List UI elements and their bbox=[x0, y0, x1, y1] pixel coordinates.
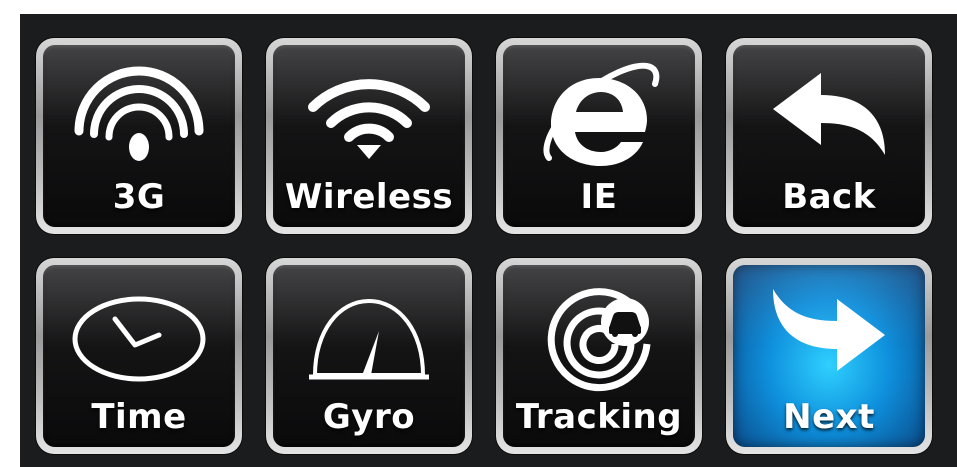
back-label: Back bbox=[782, 177, 876, 217]
gauge-icon bbox=[273, 279, 465, 389]
back-button[interactable]: Back bbox=[726, 38, 932, 234]
tracking-label: Tracking bbox=[515, 397, 683, 437]
tracking-button[interactable]: Tracking bbox=[496, 258, 702, 454]
ie-button[interactable]: IE bbox=[496, 38, 702, 234]
next-arrow-icon bbox=[733, 279, 925, 389]
ie-label: IE bbox=[580, 177, 618, 217]
signal-3g-icon bbox=[43, 59, 235, 169]
3g-label: 3G bbox=[112, 177, 166, 217]
time-label: Time bbox=[91, 397, 187, 437]
wireless-button[interactable]: Wireless bbox=[266, 38, 472, 234]
3g-button[interactable]: 3G bbox=[36, 38, 242, 234]
next-label: Next bbox=[783, 397, 875, 437]
internet-explorer-icon bbox=[503, 59, 695, 169]
back-arrow-icon bbox=[733, 59, 925, 169]
menu-panel: 3G Wireless IE Back Time Gyro Tracking N… bbox=[20, 14, 957, 467]
wifi-icon bbox=[273, 59, 465, 169]
gyro-label: Gyro bbox=[322, 397, 416, 437]
wireless-label: Wireless bbox=[284, 177, 454, 217]
car-tracking-icon bbox=[503, 279, 695, 392]
gyro-button[interactable]: Gyro bbox=[266, 258, 472, 454]
next-button[interactable]: Next bbox=[726, 258, 932, 454]
time-button[interactable]: Time bbox=[36, 258, 242, 454]
clock-icon bbox=[43, 279, 235, 389]
